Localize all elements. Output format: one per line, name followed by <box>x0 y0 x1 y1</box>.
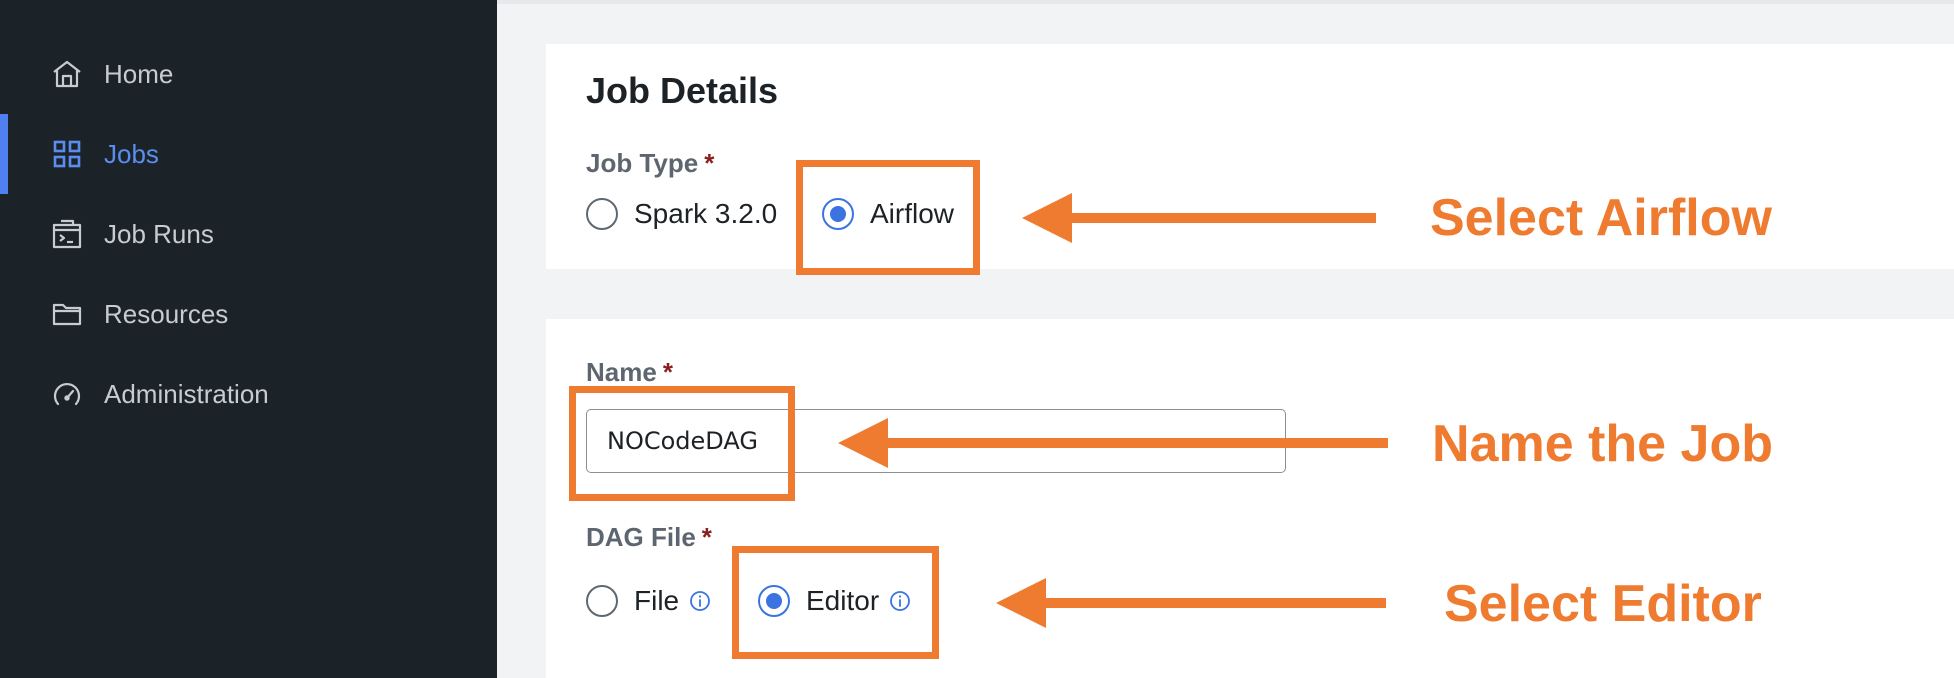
callout-select-airflow: Select Airflow <box>1430 189 1772 247</box>
name-label: Name * <box>586 357 673 388</box>
sidebar-item-administration[interactable]: Administration <box>0 354 497 434</box>
callout-name-the-job: Name the Job <box>1432 415 1773 473</box>
info-icon[interactable] <box>689 590 711 612</box>
dag-file-label: DAG File * <box>586 522 712 553</box>
sidebar-item-label: Resources <box>104 298 229 329</box>
required-mark: * <box>704 148 715 178</box>
job-type-label-text: Job Type <box>586 148 699 178</box>
section-title: Job Details <box>586 70 779 111</box>
radio-label: Spark 3.2.0 <box>634 198 778 229</box>
radio-button[interactable] <box>586 585 618 617</box>
job-type-label: Job Type * <box>586 148 714 179</box>
terminal-icon <box>50 217 84 251</box>
sidebar-item-label: Jobs <box>104 138 159 169</box>
sidebar-item-home[interactable]: Home <box>0 34 497 114</box>
grid-icon <box>50 137 84 171</box>
top-shadow-bar <box>497 0 1954 4</box>
radio-label: File <box>634 585 680 616</box>
home-icon <box>50 57 84 91</box>
radio-editor[interactable]: Editor <box>758 585 911 617</box>
required-mark: * <box>701 522 712 552</box>
radio-airflow[interactable]: Airflow <box>822 198 954 230</box>
gauge-icon <box>50 377 84 411</box>
name-input[interactable] <box>586 409 1286 473</box>
folder-icon <box>50 297 84 331</box>
radio-button[interactable] <box>586 198 618 230</box>
radio-label: Airflow <box>870 198 955 229</box>
sidebar: Home Jobs Job Runs Resources Administrat… <box>0 0 497 678</box>
info-icon[interactable] <box>889 590 911 612</box>
required-mark: * <box>662 357 673 387</box>
radio-label: Editor <box>806 585 880 616</box>
sidebar-item-label: Job Runs <box>104 218 214 249</box>
sidebar-item-resources[interactable]: Resources <box>0 274 497 354</box>
sidebar-item-job-runs[interactable]: Job Runs <box>0 194 497 274</box>
sidebar-item-label: Home <box>104 58 174 89</box>
sidebar-item-jobs[interactable]: Jobs <box>0 114 497 194</box>
sidebar-item-label: Administration <box>104 378 269 409</box>
radio-spark[interactable]: Spark 3.2.0 <box>586 198 777 230</box>
radio-file[interactable]: File <box>586 585 711 617</box>
callout-select-editor: Select Editor <box>1444 575 1762 633</box>
radio-button[interactable] <box>758 585 790 617</box>
name-label-text: Name <box>586 357 657 387</box>
dag-file-label-text: DAG File <box>586 522 696 552</box>
radio-button[interactable] <box>822 198 854 230</box>
